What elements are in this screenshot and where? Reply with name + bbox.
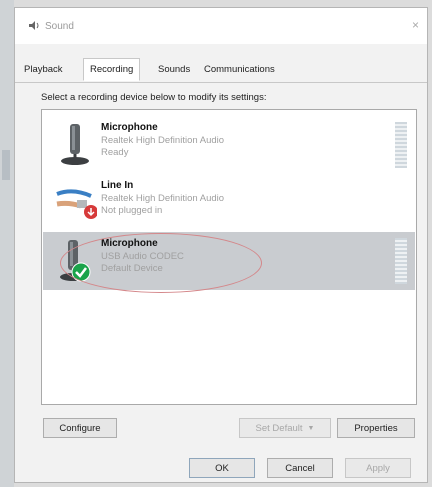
tab-bar: Playback Recording Sounds Communications bbox=[15, 58, 427, 83]
properties-button[interactable]: Properties bbox=[337, 418, 415, 438]
ok-button[interactable]: OK bbox=[189, 458, 255, 478]
set-default-button[interactable]: Set Default ▼ bbox=[239, 418, 331, 438]
device-item-line-in[interactable]: Line In Realtek High Definition Audio No… bbox=[43, 174, 415, 232]
level-meter bbox=[395, 122, 407, 168]
speaker-icon bbox=[28, 20, 40, 34]
close-button[interactable]: × bbox=[412, 18, 419, 32]
device-status: Ready bbox=[101, 147, 129, 158]
chevron-down-icon: ▼ bbox=[307, 424, 315, 432]
device-item-microphone-realtek[interactable]: Microphone Realtek High Definition Audio… bbox=[43, 116, 415, 174]
recording-device-list[interactable]: Microphone Realtek High Definition Audio… bbox=[41, 109, 417, 405]
configure-button[interactable]: Configure bbox=[43, 418, 117, 438]
cancel-button[interactable]: Cancel bbox=[267, 458, 333, 478]
title-bar: Sound × bbox=[15, 8, 427, 44]
tab-playback[interactable]: Playback bbox=[21, 62, 66, 77]
apply-button[interactable]: Apply bbox=[345, 458, 411, 478]
background-mark bbox=[2, 150, 10, 180]
device-name: Microphone bbox=[101, 122, 158, 133]
level-meter bbox=[395, 238, 407, 284]
instruction-text: Select a recording device below to modif… bbox=[41, 92, 267, 103]
window-title: Sound bbox=[45, 21, 74, 32]
set-default-label: Set Default bbox=[255, 422, 303, 434]
tab-recording[interactable]: Recording bbox=[83, 58, 141, 81]
device-name: Line In bbox=[101, 180, 134, 191]
line-in-jack-icon bbox=[53, 180, 98, 226]
sound-dialog: Sound × Playback Recording Sounds Commun… bbox=[14, 7, 428, 483]
microphone-icon bbox=[53, 122, 97, 168]
background-strip bbox=[0, 0, 14, 487]
tab-communications[interactable]: Communications bbox=[201, 62, 278, 77]
device-status: Not plugged in bbox=[101, 205, 163, 216]
tab-sounds[interactable]: Sounds bbox=[155, 62, 193, 77]
device-driver: Realtek High Definition Audio bbox=[101, 193, 225, 204]
device-driver: Realtek High Definition Audio bbox=[101, 135, 225, 146]
annotation-ellipse bbox=[60, 233, 262, 293]
